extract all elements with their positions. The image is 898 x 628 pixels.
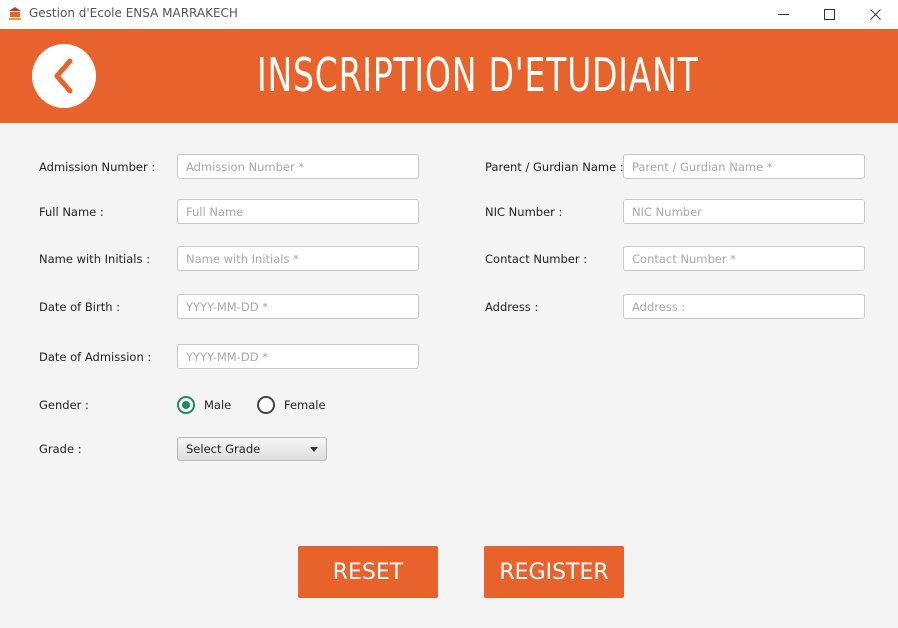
back-button[interactable]: [32, 44, 96, 108]
gender-female-radio[interactable]: [257, 396, 275, 414]
contact-number-label: Contact Number :: [485, 252, 588, 266]
date-of-birth-label: Date of Birth :: [39, 300, 121, 314]
parent-guardian-name-input[interactable]: [623, 154, 865, 179]
name-with-initials-label: Name with Initials :: [39, 252, 150, 266]
page-header: INSCRIPTION D'ETUDIANT: [0, 29, 898, 123]
date-of-admission-input[interactable]: [177, 344, 419, 369]
grade-label: Grade :: [39, 442, 82, 456]
gender-male-radio[interactable]: [177, 396, 195, 414]
parent-guardian-name-label: Parent / Gurdian Name :: [485, 160, 624, 174]
address-label: Address :: [485, 300, 539, 314]
contact-number-input[interactable]: [623, 246, 865, 271]
nic-number-label: NIC Number :: [485, 205, 563, 219]
grade-select[interactable]: Select Grade: [177, 437, 327, 461]
window-title: Gestion d'Ecole ENSA MARRAKECH: [29, 6, 238, 20]
dropdown-arrow-icon: [310, 447, 318, 452]
close-button[interactable]: [852, 0, 898, 29]
minimize-window-icon: [777, 14, 789, 15]
minimize-window-button[interactable]: [760, 0, 806, 29]
name-with-initials-input[interactable]: [177, 246, 419, 271]
admission-number-input[interactable]: [177, 154, 419, 179]
maximize-window-button[interactable]: [806, 0, 852, 29]
maximize-icon: [823, 9, 835, 20]
gender-label: Gender :: [39, 398, 89, 412]
date-of-birth-input[interactable]: [177, 294, 419, 319]
nic-number-input[interactable]: [623, 199, 865, 224]
address-input[interactable]: [623, 294, 865, 319]
grade-select-value: Select Grade: [186, 442, 261, 456]
date-of-admission-label: Date of Admission :: [39, 350, 152, 364]
gender-female-label[interactable]: Female: [284, 398, 326, 412]
register-button[interactable]: REGISTER: [484, 546, 624, 598]
full-name-label: Full Name :: [39, 205, 104, 219]
app-logo-icon: [9, 7, 21, 20]
close-icon: [869, 9, 881, 20]
chevron-left-icon: [54, 58, 73, 94]
admission-number-label: Admission Number :: [39, 160, 156, 174]
full-name-input[interactable]: [177, 199, 419, 224]
page-title: INSCRIPTION D'ETUDIANT: [256, 48, 699, 102]
reset-button[interactable]: RESET: [298, 546, 438, 598]
gender-male-label[interactable]: Male: [204, 398, 231, 412]
